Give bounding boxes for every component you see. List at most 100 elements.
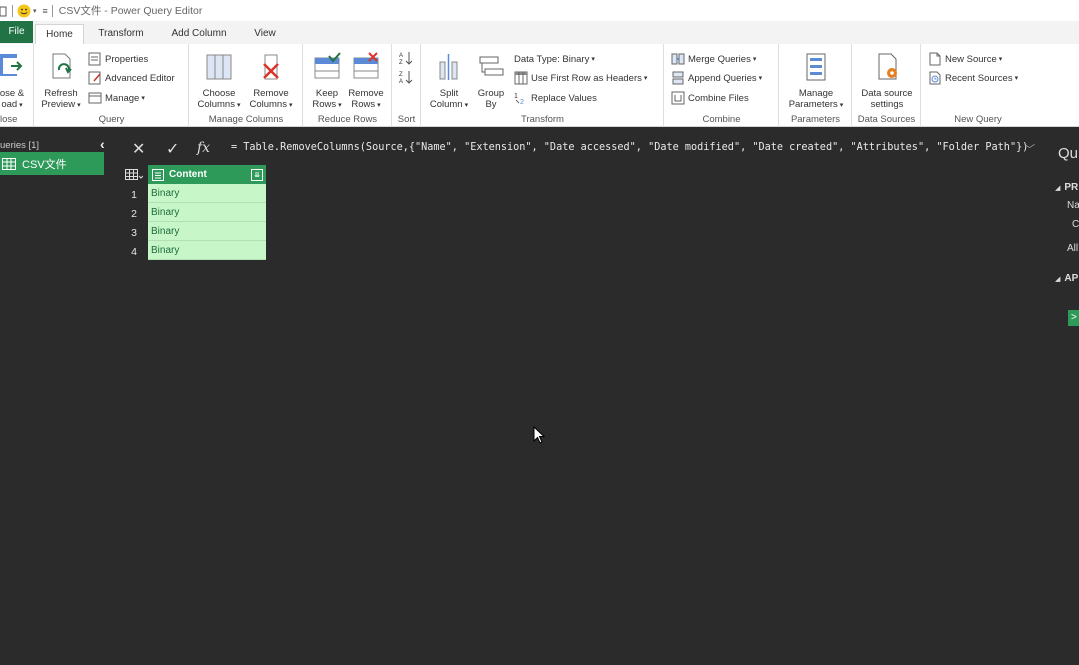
table-menu-icon[interactable] bbox=[124, 165, 146, 184]
keep-rows-icon bbox=[314, 52, 341, 79]
keep-rows-label-line1: Keep bbox=[315, 88, 339, 99]
combine-files-button[interactable]: Combine Files bbox=[671, 90, 749, 106]
replace-values-button[interactable]: 12 Replace Values bbox=[514, 90, 597, 106]
cancel-formula-icon[interactable]: ✕ bbox=[132, 139, 145, 159]
choose-columns-label-line2: Columns ▾ bbox=[197, 99, 241, 110]
data-source-settings-label-line1: Data source bbox=[861, 88, 913, 99]
split-column-label-line1: Split bbox=[439, 88, 459, 99]
properties-icon bbox=[88, 52, 101, 66]
data-source-settings-button[interactable]: Data source settings bbox=[855, 52, 919, 110]
split-column-icon bbox=[439, 54, 458, 80]
combine-files-icon bbox=[671, 91, 685, 105]
svg-text:A: A bbox=[399, 53, 403, 59]
formula-input[interactable]: = Table.RemoveColumns(Source,{"Name", "E… bbox=[231, 142, 1028, 153]
group-by-button[interactable]: Group By bbox=[472, 52, 510, 110]
manage-parameters-label-line1: Manage bbox=[798, 88, 834, 99]
chevron-down-icon: ▾ bbox=[591, 56, 595, 63]
group-new-query: New Source ▾ Recent Sources ▾ New Query bbox=[922, 44, 1034, 127]
close-load-label-line1: ose & bbox=[0, 88, 25, 99]
queries-pane: ueries [1] ‹ CSV文件 bbox=[0, 128, 113, 665]
refresh-label-line1: Refresh bbox=[44, 88, 78, 99]
column-header-content[interactable]: Content ⇊ bbox=[148, 165, 266, 184]
group-data-sources: Data source settings Data Sources bbox=[853, 44, 921, 127]
refresh-label-line2: Preview ▾ bbox=[41, 99, 81, 110]
expand-column-icon[interactable]: ⇊ bbox=[251, 168, 263, 181]
window-menu-icon[interactable] bbox=[0, 5, 8, 17]
query-item-csv[interactable]: CSV文件 bbox=[0, 152, 104, 175]
group-combine: Merge Queries ▾ Append Queries ▾ Combine F… bbox=[665, 44, 779, 127]
chevron-down-icon: ▾ bbox=[998, 56, 1003, 63]
chevron-down-icon[interactable]: ▾ bbox=[33, 7, 37, 15]
merge-queries-button[interactable]: Merge Queries ▾ bbox=[671, 51, 756, 67]
table-cell[interactable]: Binary bbox=[148, 222, 266, 241]
chevron-down-icon: ▾ bbox=[752, 56, 757, 63]
remove-columns-button[interactable]: Remove Columns ▾ bbox=[245, 52, 297, 111]
title-bar: ▾ ≡ CSV文件 - Power Query Editor bbox=[0, 0, 1079, 21]
refresh-preview-button[interactable]: Refresh Preview ▾ bbox=[39, 52, 83, 111]
properties-button[interactable]: Properties bbox=[88, 51, 148, 67]
tab-transform[interactable]: Transform bbox=[92, 24, 150, 44]
group-reduce-rows: Keep Rows ▾ Remove Rows ▾ Reduce Rows bbox=[304, 44, 392, 127]
close-load-label-line2: oad ▾ bbox=[1, 99, 23, 110]
group-label-manage-columns: Manage Columns bbox=[208, 114, 284, 125]
divider bbox=[12, 4, 13, 17]
use-first-row-headers-button[interactable]: Use First Row as Headers ▾ bbox=[514, 70, 647, 86]
table-cell[interactable]: Binary bbox=[148, 241, 266, 260]
all-properties-link[interactable]: All bbox=[1067, 243, 1078, 254]
chevron-down-icon: ▾ bbox=[758, 75, 763, 82]
keep-rows-button[interactable]: Keep Rows ▾ bbox=[309, 52, 345, 111]
sort-descending-icon: ZA bbox=[399, 71, 413, 84]
group-label-data-sources: Data Sources bbox=[857, 114, 916, 125]
group-label-combine: Combine bbox=[702, 114, 741, 125]
fx-icon[interactable]: fx bbox=[197, 140, 210, 156]
remove-columns-icon bbox=[263, 54, 279, 80]
name-value[interactable]: C bbox=[1072, 219, 1079, 230]
section-applied-steps[interactable]: ◢ AP bbox=[1055, 273, 1078, 284]
chevron-left-icon[interactable]: ‹ bbox=[100, 136, 105, 152]
choose-columns-button[interactable]: Choose Columns ▾ bbox=[195, 52, 243, 111]
confirm-formula-icon[interactable]: ✓ bbox=[166, 139, 179, 159]
sort-descending-button[interactable]: ZA bbox=[399, 69, 416, 85]
ribbon: ose & oad ▾ lose Refresh Preview ▾ Propert… bbox=[0, 44, 1079, 127]
combine-files-label: Combine Files bbox=[688, 92, 749, 104]
append-queries-button[interactable]: Append Queries ▾ bbox=[671, 70, 762, 86]
recent-sources-icon bbox=[929, 71, 941, 85]
recent-sources-label: Recent Sources bbox=[945, 72, 1013, 84]
replace-values-icon: 12 bbox=[514, 93, 524, 105]
close-and-load-button[interactable]: ose & oad ▾ bbox=[0, 52, 30, 111]
group-by-icon bbox=[479, 56, 504, 76]
refresh-icon bbox=[52, 53, 72, 79]
tab-add-column[interactable]: Add Column bbox=[163, 24, 235, 44]
table-icon bbox=[2, 157, 16, 170]
group-label-sort: Sort bbox=[397, 114, 416, 125]
advanced-editor-icon bbox=[88, 71, 101, 85]
svg-text:Z: Z bbox=[399, 72, 403, 78]
remove-rows-label-line1: Remove bbox=[348, 88, 384, 99]
applied-step-item[interactable]: > bbox=[1068, 310, 1079, 326]
tab-file[interactable]: File bbox=[0, 21, 33, 43]
tab-view[interactable]: View bbox=[247, 24, 283, 44]
use-first-row-headers-label: Use First Row as Headers bbox=[531, 72, 642, 84]
chevron-down-icon[interactable]: ﹀ bbox=[1024, 141, 1035, 157]
manage-parameters-button[interactable]: Manage Parameters ▾ bbox=[783, 52, 849, 111]
remove-rows-button[interactable]: Remove Rows ▾ bbox=[346, 52, 386, 111]
table-cell[interactable]: Binary bbox=[148, 203, 266, 222]
split-column-button[interactable]: Split Column ▾ bbox=[426, 52, 472, 111]
data-type-dropdown[interactable]: Data Type: Binary ▾ bbox=[514, 51, 595, 67]
table-cell[interactable]: Binary bbox=[148, 184, 266, 203]
manage-parameters-icon bbox=[806, 53, 826, 81]
manage-button[interactable]: Manage ▾ bbox=[88, 90, 145, 106]
advanced-editor-button[interactable]: Advanced Editor bbox=[88, 70, 175, 86]
sort-ascending-button[interactable]: AZ bbox=[399, 50, 416, 66]
new-source-button[interactable]: New Source ▾ bbox=[928, 51, 1002, 67]
recent-sources-button[interactable]: Recent Sources ▾ bbox=[928, 70, 1018, 86]
queries-header: ueries [1] bbox=[0, 140, 40, 151]
smiley-feedback-icon[interactable] bbox=[17, 4, 31, 18]
tab-home[interactable]: Home bbox=[35, 24, 84, 44]
qat-customize-icon[interactable]: ≡ bbox=[43, 6, 48, 16]
new-source-icon bbox=[929, 52, 941, 66]
column-header-label: Content bbox=[169, 169, 207, 180]
merge-queries-label: Merge Queries bbox=[688, 53, 751, 65]
ribbon-tabs: File Home Transform Add Column View bbox=[0, 21, 1079, 44]
section-properties[interactable]: ◢ PR bbox=[1055, 182, 1078, 193]
